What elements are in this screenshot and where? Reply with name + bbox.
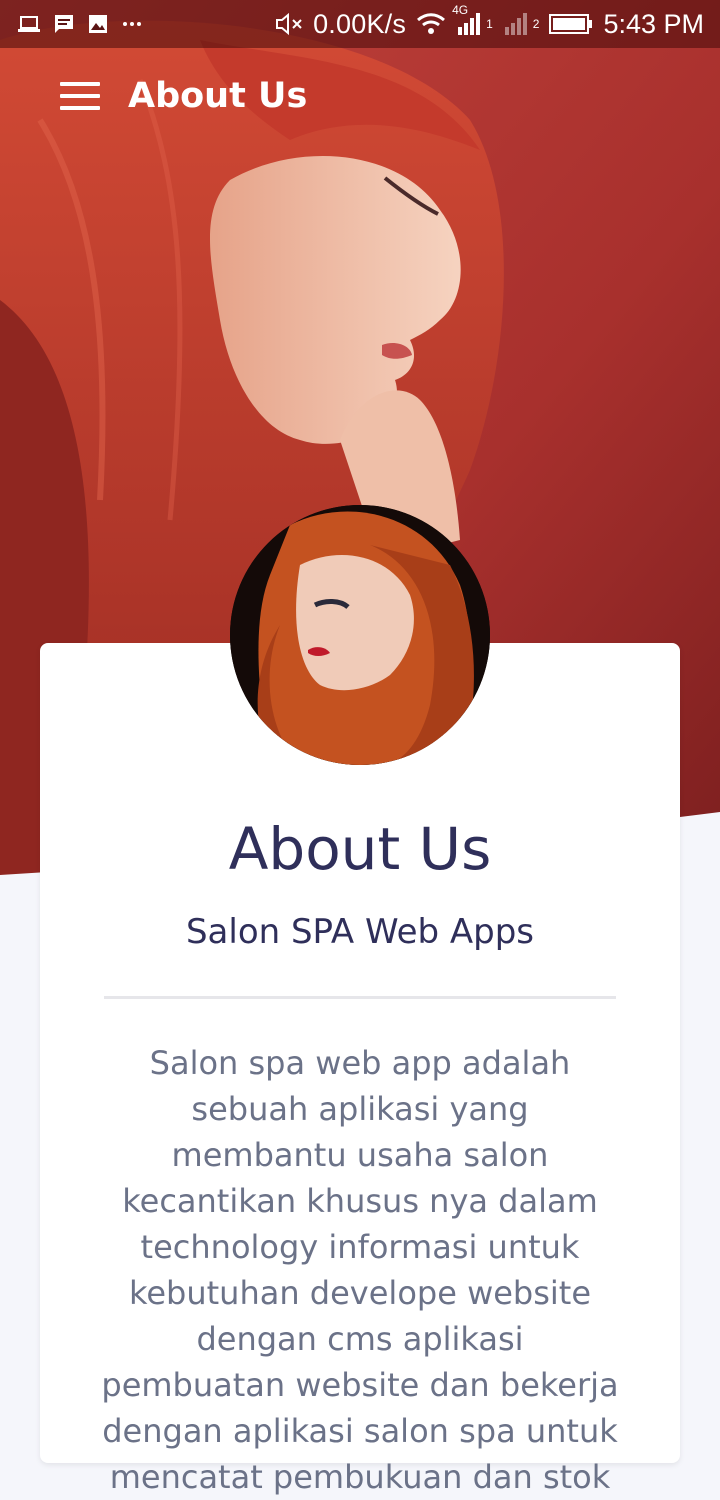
message-icon — [54, 14, 74, 34]
card-subtitle: Salon SPA Web Apps — [185, 912, 535, 952]
network-speed: 0.00K/s — [313, 8, 407, 39]
divider — [104, 996, 616, 999]
network-type-label: 4G — [452, 3, 469, 17]
sim1-label: 1 — [486, 17, 493, 31]
signal-sim2-icon: 2 — [503, 13, 540, 35]
more-icon — [122, 20, 142, 28]
laptop-icon — [18, 15, 40, 33]
avatar — [230, 505, 490, 765]
card-title: About Us — [228, 815, 492, 883]
app-bar: About Us — [0, 48, 720, 144]
status-time: 5:43 PM — [603, 8, 704, 39]
card-description: Salon spa web app adalah sebuah aplikasi… — [101, 1044, 619, 1496]
image-icon — [88, 14, 108, 34]
signal-icon: 4G 1 — [452, 3, 493, 35]
wifi-icon — [416, 13, 446, 35]
battery-icon — [549, 13, 593, 35]
hamburger-menu-icon[interactable] — [60, 82, 100, 110]
status-bar: 0.00K/s 4G 1 2 5:43 PM — [0, 0, 720, 48]
sim2-label: 2 — [532, 17, 540, 31]
page-title: About Us — [128, 76, 308, 116]
mute-icon — [275, 12, 303, 36]
